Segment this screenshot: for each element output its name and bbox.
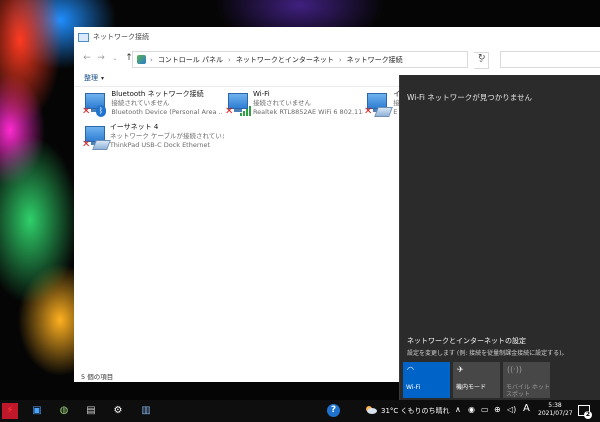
adapter-status: 接続されていません	[252, 99, 312, 107]
breadcrumb-network-connections[interactable]: ネットワーク接続	[347, 55, 403, 65]
adapter-ethernet-4[interactable]: ✕ イーサネット 4 ネットワーク ケーブルが接続されていま... ThinkP…	[82, 123, 224, 151]
network-adapter-icon: ✕	[82, 123, 111, 151]
cloudy-icon	[366, 406, 377, 414]
refresh-icon[interactable]: ↻	[478, 53, 490, 65]
adapter-status: ネットワーク ケーブルが接続されていま...	[109, 132, 224, 140]
clock-time: 5:38	[548, 402, 562, 409]
forward-arrow-icon[interactable]: →	[94, 53, 108, 63]
disconnected-x-icon: ✕	[82, 106, 91, 117]
webcam-icon[interactable]: ◉	[468, 405, 475, 414]
breadcrumb-control-panel[interactable]: コントロール パネル	[158, 55, 223, 65]
mobile-hotspot-tile[interactable]: ((·)) モバイル ホットスポット	[503, 362, 550, 398]
printer-app-icon[interactable]: ▤	[83, 403, 99, 419]
breadcrumb-separator-icon[interactable]: ›	[150, 56, 153, 64]
lightning-app-icon[interactable]: ⚡	[2, 403, 18, 419]
tile-label: Wi-Fi	[406, 384, 421, 391]
disconnected-x-icon: ✕	[82, 139, 91, 150]
clock-date: 2021/07/27	[538, 410, 573, 417]
monitor-app-icon[interactable]: ▣	[29, 403, 45, 419]
adapter-device: Bluetooth Device (Personal Area ...	[111, 108, 222, 116]
window-title: ネットワーク接続	[93, 33, 149, 41]
breadcrumb-network-internet[interactable]: ネットワークとインターネット	[236, 55, 334, 65]
back-arrow-icon[interactable]: ←	[80, 53, 94, 63]
item-count: 5 個の項目	[81, 373, 114, 381]
bluetooth-icon: ᛒ	[96, 105, 106, 117]
adapter-bluetooth[interactable]: ✕ ᛒ Bluetooth ネットワーク接続 接続されていません Bluetoo…	[82, 90, 222, 118]
ethernet-cable-icon	[92, 140, 111, 150]
address-bar[interactable]: › コントロール パネル › ネットワークとインターネット › ネットワーク接続…	[132, 51, 489, 69]
battery-icon[interactable]: ▭	[481, 405, 489, 414]
disconnected-x-icon: ✕	[364, 106, 373, 117]
search-input[interactable]	[500, 51, 600, 68]
wifi-icon: ◠	[407, 365, 414, 374]
notebook-app-icon[interactable]: ▥	[138, 403, 154, 419]
adapter-ethernet[interactable]: ✕ イ 接 E	[364, 90, 400, 118]
help-icon[interactable]: ?	[327, 404, 340, 417]
tile-label: モバイル ホットスポット	[506, 384, 550, 398]
adapter-status: 接続されていません	[111, 99, 170, 107]
network-adapter-icon: ✕	[364, 90, 393, 118]
adapter-name: イーサネット 4	[109, 123, 159, 131]
taskbar: ⚡ ▣ ◍ ▤ ⚙ ▥ ? 31°C くもりのち晴れ ∧ ◉ ▭ ⊕ ◁) A …	[0, 400, 600, 422]
adapter-name: Wi-Fi	[252, 90, 270, 98]
speaker-icon[interactable]: ◁)	[507, 405, 516, 414]
wifi-toggle-tile[interactable]: ◠ Wi-Fi	[403, 362, 450, 398]
adapter-wifi[interactable]: ✕ Wi-Fi 接続されていません Realtek RTL8852AE WiFi…	[225, 90, 363, 118]
chevron-up-icon[interactable]: ∧	[455, 405, 461, 414]
signal-bars-icon	[240, 106, 251, 116]
settings-gear-icon[interactable]: ⚙	[110, 403, 126, 419]
tile-label: 機内モード	[456, 384, 487, 391]
disconnected-x-icon: ✕	[225, 106, 234, 117]
breadcrumb-separator-icon[interactable]: ›	[228, 56, 231, 64]
hotspot-icon: ((·))	[507, 365, 523, 374]
network-settings-description: 設定を変更します (例: 接続を従量制課金接続に設定する)。	[407, 350, 568, 357]
network-adapter-icon: ✕	[225, 90, 251, 118]
window-titlebar[interactable]: ネットワーク接続	[74, 27, 600, 47]
clock[interactable]: 5:38 2021/07/27	[538, 402, 573, 418]
recent-locations-chevron-icon[interactable]: ⌄	[108, 55, 122, 62]
adapter-device: ThinkPad USB-C Dock Ethernet	[109, 141, 211, 149]
adapter-device: Realtek RTL8852AE WiFi 6 802.11a...	[252, 108, 363, 116]
network-folder-icon	[78, 32, 89, 42]
control-panel-icon	[137, 55, 146, 64]
quick-action-tiles: ◠ Wi-Fi ✈ 機内モード ((·)) モバイル ホットスポット	[403, 362, 553, 398]
network-flyout: Wi-Fi ネットワークが見つかりません ネットワークとインターネットの設定 設…	[399, 75, 600, 400]
input-mode-indicator[interactable]: A	[523, 403, 530, 414]
network-adapter-icon: ✕ ᛒ	[82, 90, 107, 118]
weather-widget[interactable]: 31°C くもりのち晴れ	[381, 406, 450, 416]
network-settings-link[interactable]: ネットワークとインターネットの設定	[407, 336, 526, 346]
notification-count-badge: 2	[584, 411, 592, 419]
globe-network-icon[interactable]: ⊕	[494, 405, 501, 414]
no-wifi-message: Wi-Fi ネットワークが見つかりません	[407, 93, 533, 102]
breadcrumb-separator-icon[interactable]: ›	[339, 56, 342, 64]
chevron-down-icon[interactable]: ▾	[101, 75, 104, 82]
organize-menu-button[interactable]: 整理	[84, 73, 98, 83]
airplane-icon: ✈	[457, 365, 464, 374]
globe-app-icon[interactable]: ◍	[56, 403, 72, 419]
ethernet-cable-icon	[374, 107, 393, 117]
airplane-mode-tile[interactable]: ✈ 機内モード	[453, 362, 500, 398]
adapter-name: Bluetooth ネットワーク接続	[111, 90, 204, 98]
